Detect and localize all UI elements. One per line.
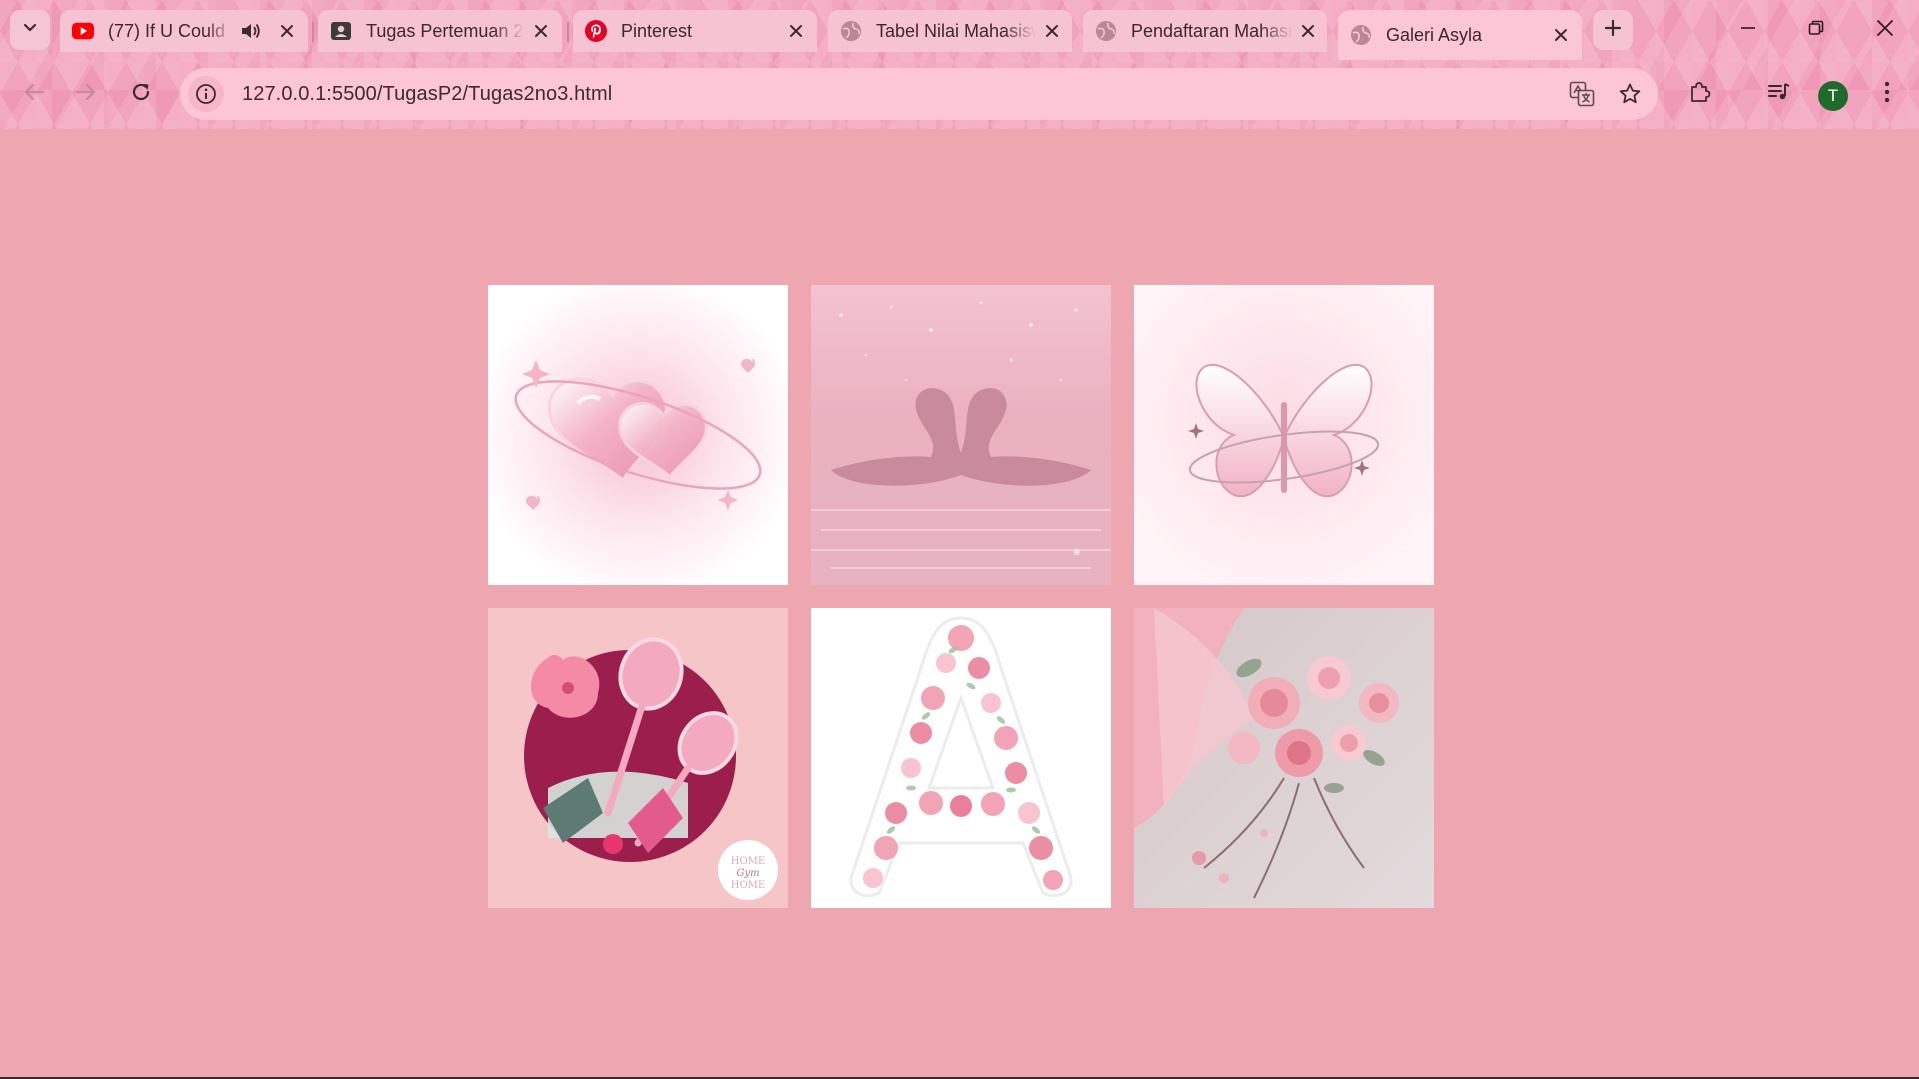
browser-toolbar: 127.0.0.1:5500/TugasP2/Tugas2no3.html T	[0, 60, 1919, 129]
close-icon[interactable]	[276, 20, 298, 42]
translate-icon[interactable]	[1562, 74, 1602, 114]
browser-menu-button[interactable]	[1867, 74, 1907, 114]
browser-chrome: (77) If U Could Tugas Pertemuan 2 Pinter…	[0, 0, 1919, 129]
more-vert-icon	[1884, 81, 1890, 108]
reload-icon	[130, 81, 152, 108]
queue-music-icon	[1767, 81, 1791, 108]
address-url[interactable]: 127.0.0.1:5500/TugasP2/Tugas2no3.html	[242, 83, 1562, 106]
globe-icon	[1350, 24, 1372, 46]
forward-button[interactable]	[66, 74, 106, 114]
minimize-button[interactable]	[1718, 10, 1778, 50]
profile-avatar[interactable]: T	[1818, 81, 1848, 111]
back-arrow-icon	[23, 82, 45, 107]
address-bar[interactable]: 127.0.0.1:5500/TugasP2/Tugas2no3.html	[180, 68, 1658, 120]
globe-icon	[840, 20, 862, 42]
bookmark-star-icon[interactable]	[1610, 74, 1650, 114]
image-gallery: ❀ · HOME Gym HOME	[488, 285, 1434, 909]
tab-title: Pendaftaran Mahasiswa	[1131, 20, 1293, 41]
svg-text:HOME: HOME	[731, 856, 765, 867]
close-icon[interactable]	[1550, 24, 1572, 46]
tab-pendaftaran[interactable]: Pendaftaran Mahasiswa	[1083, 10, 1327, 52]
tab-pinterest[interactable]: Pinterest	[573, 10, 817, 52]
speaker-icon[interactable]	[240, 20, 262, 42]
tab-title: Galeri Asyla	[1386, 24, 1483, 45]
minimize-icon	[1740, 20, 1756, 41]
tab-classroom[interactable]: Tugas Pertemuan 2	[318, 10, 562, 52]
tab-youtube[interactable]: (77) If U Could	[60, 10, 308, 52]
pinterest-icon	[585, 20, 607, 42]
svg-text:Gym: Gym	[736, 868, 759, 879]
classroom-icon	[330, 20, 352, 42]
tab-search-button[interactable]	[10, 10, 50, 50]
close-icon	[1876, 19, 1894, 42]
gallery-image-hearts[interactable]	[488, 285, 788, 585]
gallery-image-swans[interactable]: ❀	[811, 285, 1111, 585]
tab-separator	[312, 22, 314, 42]
close-icon[interactable]	[1042, 20, 1062, 42]
new-tab-button[interactable]	[1593, 10, 1633, 50]
tab-tabel-nilai[interactable]: Tabel Nilai Mahasiswa	[828, 10, 1072, 52]
gallery-image-floral-letter[interactable]	[811, 608, 1111, 908]
close-icon[interactable]	[1299, 20, 1317, 42]
forward-arrow-icon	[75, 82, 97, 107]
tab-title: (77) If U Could	[108, 20, 226, 41]
puzzle-icon	[1688, 80, 1712, 109]
close-icon[interactable]	[530, 20, 552, 42]
media-control-button[interactable]	[1759, 74, 1799, 114]
svg-text:HOME: HOME	[731, 880, 765, 891]
restore-icon	[1808, 20, 1824, 41]
plus-icon	[1604, 19, 1622, 42]
tab-title: Tabel Nilai Mahasiswa	[876, 20, 1036, 41]
tab-galeri-asyla[interactable]: Galeri Asyla	[1338, 10, 1582, 60]
globe-icon	[1095, 20, 1117, 42]
reload-button[interactable]	[121, 74, 161, 114]
page-content: ❀ · HOME Gym HOME	[0, 129, 1919, 1079]
tab-strip: (77) If U Could Tugas Pertemuan 2 Pinter…	[0, 0, 1919, 60]
gallery-image-butterfly[interactable]: ·	[1134, 285, 1434, 585]
gallery-image-rose-bouquet[interactable]	[1134, 608, 1434, 908]
restore-button[interactable]	[1786, 10, 1846, 50]
tab-title: Pinterest	[621, 20, 693, 41]
svg-text:·: ·	[1404, 548, 1407, 557]
chevron-down-icon	[21, 19, 39, 42]
gallery-image-badminton[interactable]: HOME Gym HOME	[488, 608, 788, 908]
extensions-button[interactable]	[1680, 74, 1720, 114]
close-icon[interactable]	[785, 20, 807, 42]
tab-title: Tugas Pertemuan 2	[366, 20, 524, 41]
site-info-icon[interactable]	[188, 76, 224, 112]
tab-separator	[567, 22, 569, 42]
back-button[interactable]	[14, 74, 54, 114]
youtube-icon	[72, 20, 94, 42]
svg-text:❀: ❀	[1073, 548, 1081, 558]
close-window-button[interactable]	[1855, 10, 1915, 50]
